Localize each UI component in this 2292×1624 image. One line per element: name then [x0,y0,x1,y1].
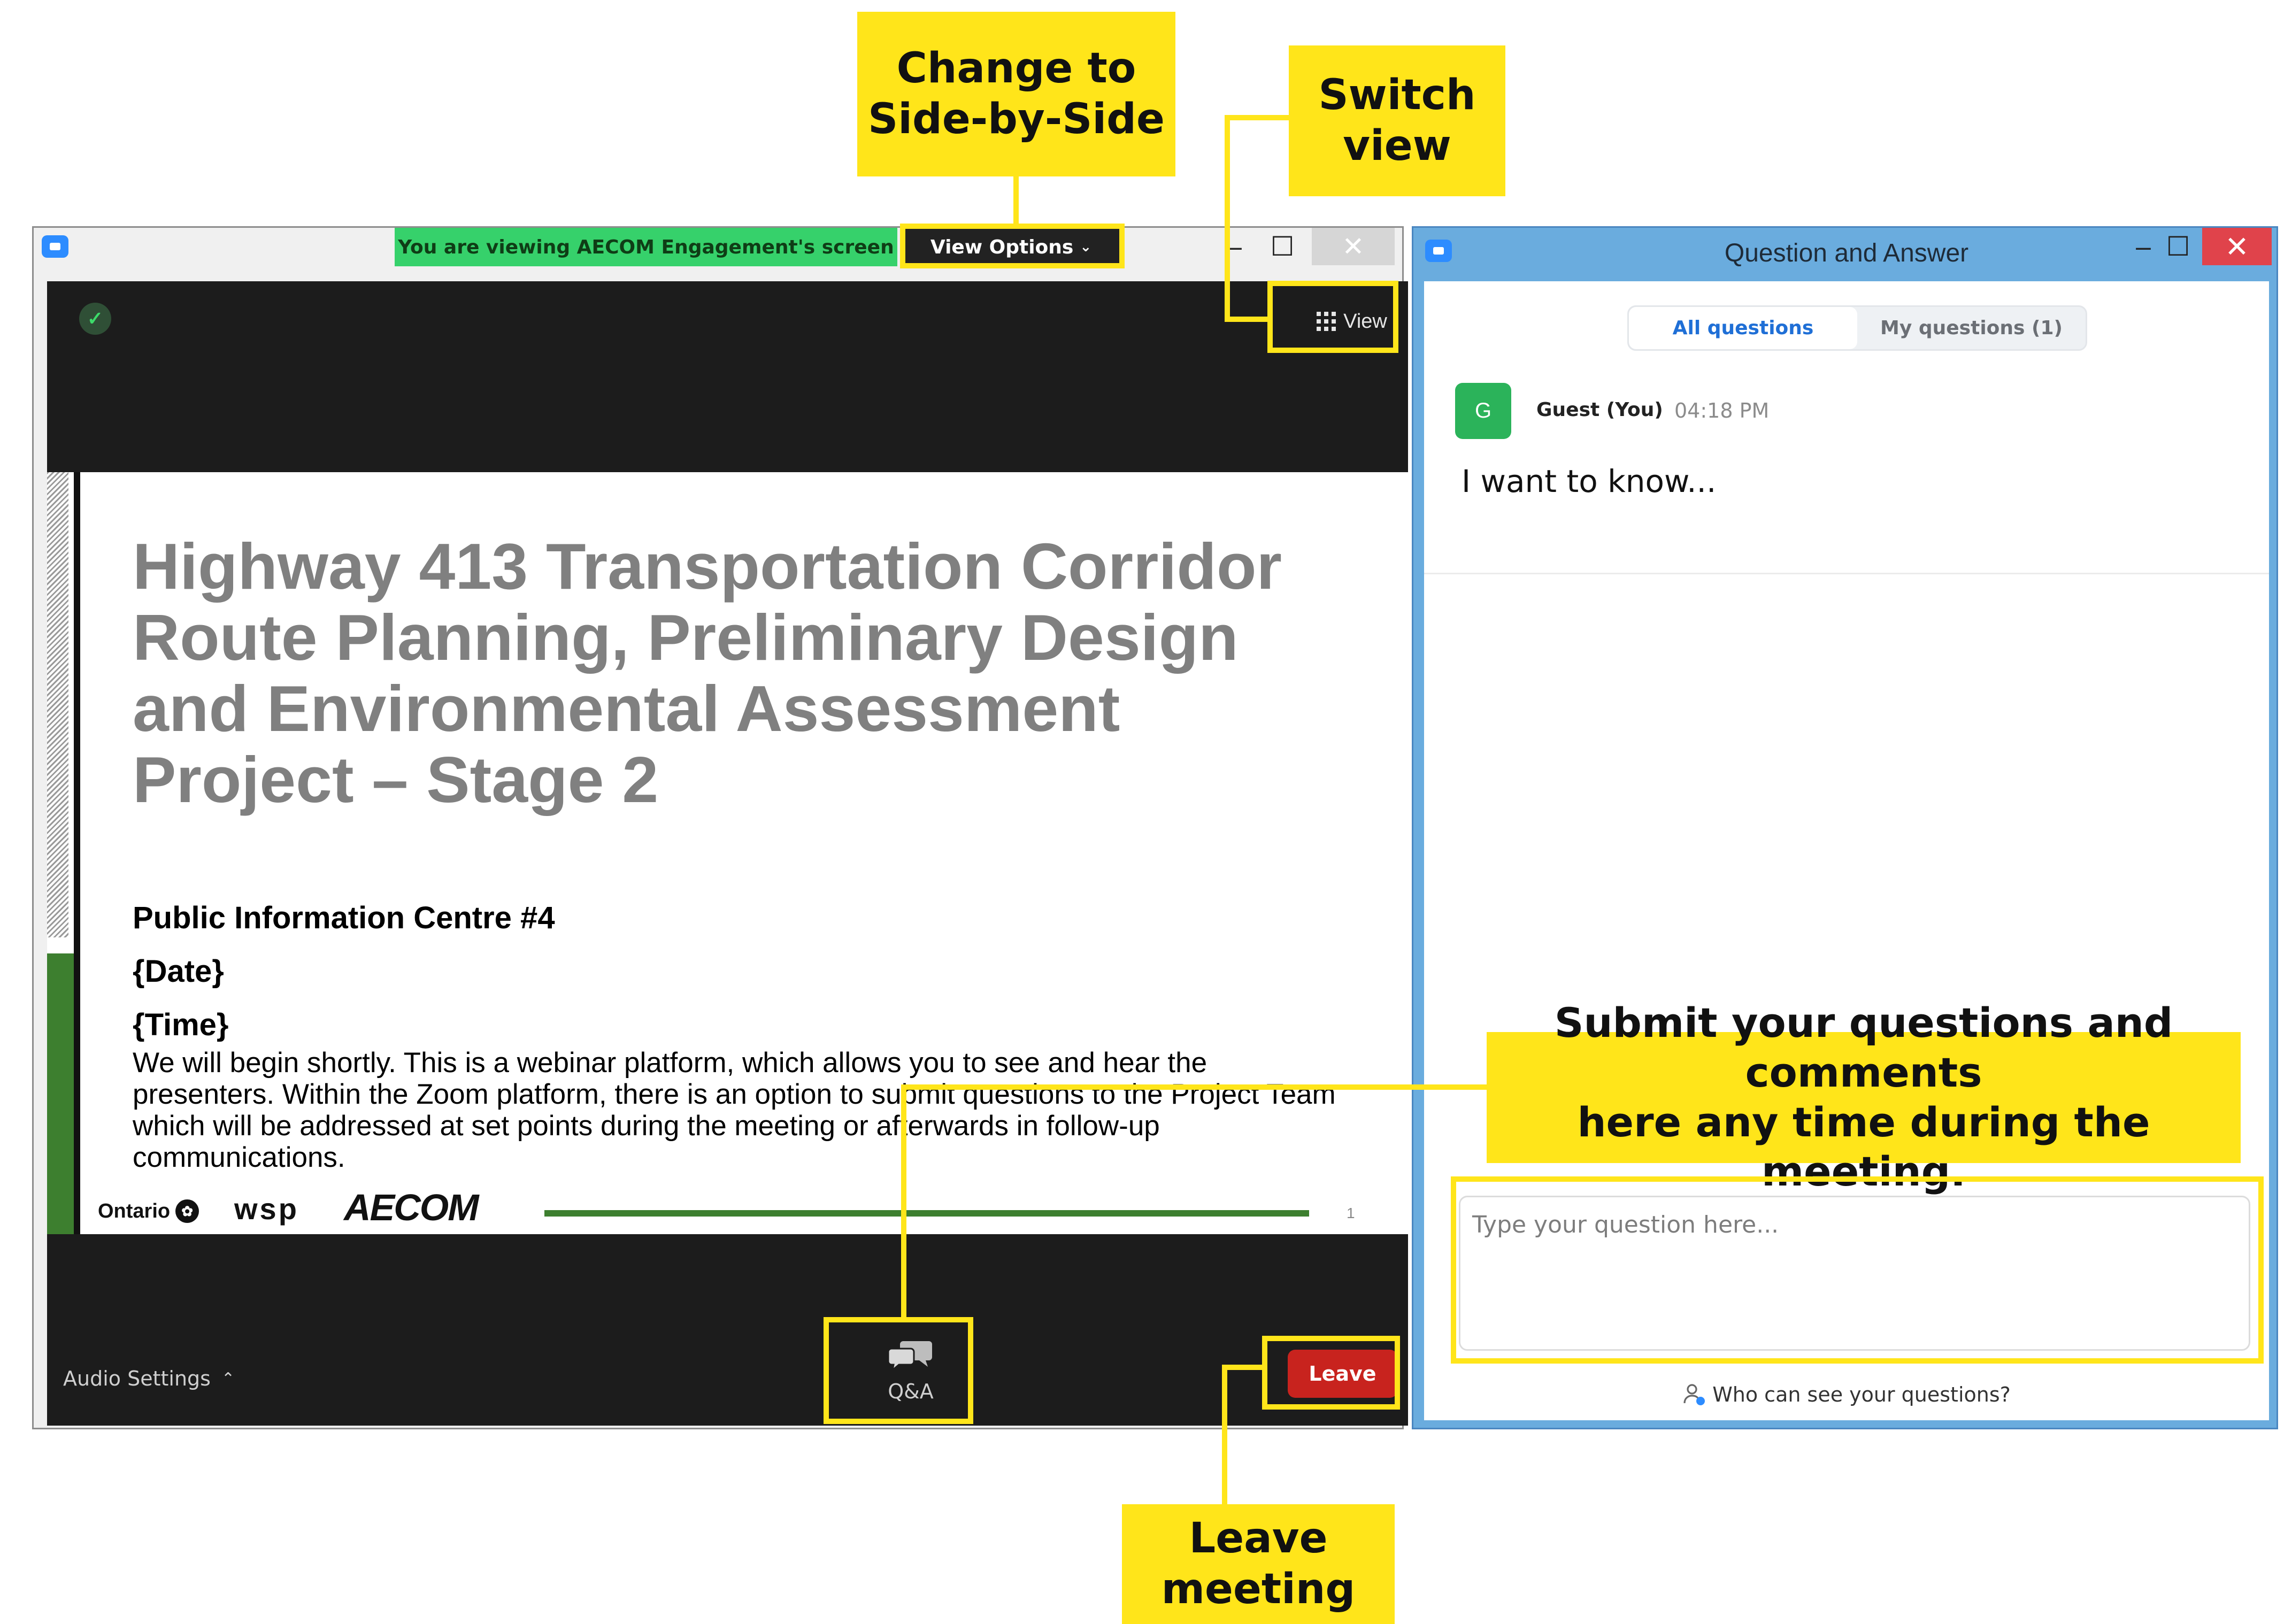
callout-side-by-side: Change to Side-by-Side [857,12,1175,176]
qa-close-button[interactable]: ✕ [2202,228,2272,265]
question-timestamp: 04:18 PM [1674,399,1770,422]
callout-connector-switch-view-h2 [1225,317,1273,322]
wsp-logo: wsp [234,1192,299,1226]
question-text: I want to know... [1462,463,1717,499]
slide-hatch-decoration [47,472,68,937]
slide-black-bar [74,472,80,1234]
person-visibility-icon [1683,1384,1705,1405]
screen-share-banner: You are viewing AECOM Engagement's scree… [395,228,897,266]
highlight-question-input [1451,1176,2264,1364]
slide-page-number: 1 [1347,1205,1355,1221]
tab-all-questions[interactable]: All questions [1629,307,1857,349]
qa-divider [1424,573,2269,574]
callout-connector-switch-view-v [1225,115,1230,321]
tab-my-questions[interactable]: My questions (1) [1857,307,2086,349]
callout-connector-leave-h [1222,1365,1267,1370]
shield-check-icon: ✓ [79,303,111,335]
callout-connector-switch-view-h [1225,115,1289,120]
callout-leave-meeting: Leave meeting [1122,1504,1395,1624]
slide-body-text: We will begin shortly. This is a webinar… [133,1047,1336,1173]
callout-connector-submit-h [901,1084,1487,1090]
highlight-view-button [1267,281,1398,353]
highlight-qa-button [824,1317,973,1424]
callout-switch-view: Switch view [1289,45,1505,196]
who-can-see-label: Who can see your questions? [1712,1383,2011,1406]
slide-footer-line [544,1210,1309,1217]
close-button[interactable]: ✕ [1312,228,1395,265]
question-author: Guest (You) [1536,399,1663,421]
ontario-logo-text: Ontario [98,1199,171,1222]
slide-date: {Date} [133,954,224,989]
slide-subtitle: Public Information Centre #4 [133,900,555,935]
qa-tabs: All questions My questions (1) [1627,305,2087,351]
audio-settings-button[interactable]: Audio Settings ⌃ [63,1367,235,1390]
callout-connector-leave-v [1222,1365,1227,1506]
slide-title: Highway 413 Transportation Corridor Rout… [133,530,1282,816]
maximize-button[interactable]: ☐ [1242,228,1322,265]
avatar: G [1455,383,1511,439]
qa-maximize-button[interactable]: ☐ [2149,228,2208,265]
slide-time: {Time} [133,1007,229,1042]
aecom-logo: AECOM [344,1187,479,1228]
ontario-trillium-icon: ✿ [175,1199,199,1223]
shared-screen-area: ✓ View Highway 413 Transportation Corrid… [47,281,1408,1426]
zoom-meeting-window: You are viewing AECOM Engagement's scree… [32,226,1408,1429]
zoom-app-icon [42,235,68,258]
callout-submit-questions: Submit your questions and comments here … [1487,999,2241,1195]
highlight-view-options [900,224,1125,268]
highlight-leave-button [1262,1336,1400,1410]
slide-green-bar [47,953,74,1234]
chevron-up-icon: ⌃ [221,1369,235,1388]
who-can-see-link[interactable]: Who can see your questions? [1424,1383,2269,1406]
callout-connector-submit-v [901,1084,906,1322]
audio-settings-label: Audio Settings [63,1367,211,1390]
callout-connector-side-by-side [1013,176,1019,227]
presentation-slide: Highway 413 Transportation Corridor Rout… [47,472,1408,1234]
ontario-logo: Ontario ✿ [98,1199,199,1223]
